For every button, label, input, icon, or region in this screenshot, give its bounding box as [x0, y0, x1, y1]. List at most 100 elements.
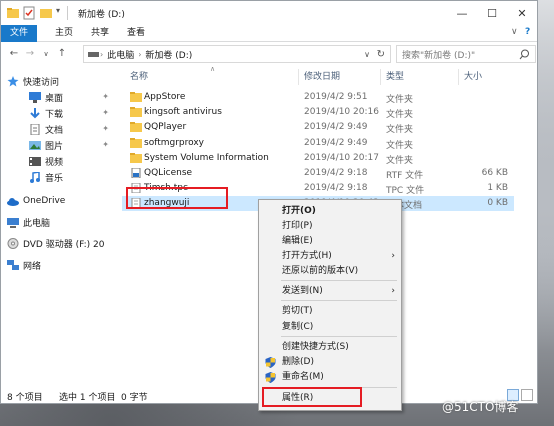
- up-arrow-icon[interactable]: ↑: [55, 47, 69, 61]
- sidebar-item-documents[interactable]: 文档 ✦: [29, 121, 115, 137]
- column-header-size[interactable]: 大小: [464, 69, 482, 85]
- sidebar-item-pictures[interactable]: 图片 ✦: [29, 137, 115, 153]
- ribbon-collapse-icon[interactable]: ∨: [511, 27, 518, 37]
- window-app-icon: [7, 8, 19, 18]
- tab-file[interactable]: 文件: [1, 25, 37, 42]
- file-type: 文件夹: [386, 110, 414, 121]
- table-row[interactable]: System Volume Information 2019/4/10 20:17…: [122, 151, 514, 166]
- sidebar-item-label: 下载: [45, 109, 64, 120]
- back-arrow-icon[interactable]: ←: [7, 47, 21, 61]
- menu-item[interactable]: 发送到(N) ›: [259, 284, 401, 299]
- menu-item[interactable]: 编辑(E): [259, 234, 401, 249]
- download-icon: [30, 107, 40, 118]
- sidebar-item-label: 音乐: [45, 173, 64, 184]
- minimize-button[interactable]: —: [447, 1, 477, 25]
- refresh-icon[interactable]: ↻: [377, 49, 385, 60]
- sidebar-item-desktop[interactable]: 桌面 ✦: [29, 89, 115, 105]
- file-size: 0 KB: [487, 198, 508, 209]
- file-type: RTF 文件: [386, 171, 424, 181]
- sidebar-item-label: OneDrive: [23, 196, 66, 206]
- address-dropdown-icon[interactable]: ∨: [364, 50, 370, 59]
- pin-icon[interactable]: ✦: [102, 124, 109, 133]
- table-row[interactable]: kingsoft antivirus 2019/4/10 20:16 文件夹: [122, 105, 514, 120]
- close-button[interactable]: ✕: [507, 1, 537, 25]
- pin-icon[interactable]: ✦: [102, 140, 109, 149]
- sort-ascending-icon: ∧: [210, 65, 216, 73]
- table-row[interactable]: softmgrproxy 2019/4/2 9:49 文件夹: [122, 136, 514, 151]
- title-bar: ▾ 新加卷 (D:) — ☐ ✕: [1, 1, 537, 25]
- column-divider[interactable]: [380, 69, 381, 85]
- menu-item-label: 剪切(T): [282, 306, 313, 316]
- file-name: kingsoft antivirus: [144, 107, 222, 118]
- file-type: TPC 文件: [386, 186, 425, 197]
- file-name: QQPlayer: [144, 122, 187, 133]
- file-modified: 2019/4/10 20:16: [304, 107, 379, 118]
- menu-item[interactable]: 打开(O): [259, 204, 401, 219]
- menu-item[interactable]: 复制(C): [259, 320, 401, 335]
- menu-separator: [281, 300, 397, 301]
- menu-item[interactable]: 创建快捷方式(S): [259, 340, 401, 355]
- sidebar-item-label: 图片: [45, 141, 64, 152]
- tab-share[interactable]: 共享: [85, 25, 115, 42]
- column-divider[interactable]: [298, 69, 299, 85]
- selection-count: 选中 1 个项目: [59, 393, 116, 403]
- sidebar-item-quick-access[interactable]: 快速访问: [7, 73, 123, 89]
- ribbon-tabs: 文件 主页 共享 查看 ∨ ?: [1, 25, 537, 42]
- column-divider[interactable]: [458, 69, 459, 85]
- file-size: 66 KB: [481, 168, 508, 178]
- menu-item[interactable]: 删除(D): [259, 355, 401, 370]
- item-count: 8 个项目: [7, 393, 43, 403]
- search-input[interactable]: 搜索"新加卷 (D:)": [396, 45, 536, 63]
- help-icon[interactable]: ?: [525, 27, 530, 37]
- tab-home[interactable]: 主页: [49, 25, 79, 42]
- menu-item[interactable]: 打开方式(H) ›: [259, 249, 401, 264]
- forward-arrow-icon[interactable]: →: [23, 47, 37, 61]
- sidebar-item-music[interactable]: 音乐: [29, 169, 115, 185]
- pin-icon[interactable]: ✦: [102, 108, 109, 117]
- file-name: AppStore: [144, 92, 186, 102]
- file-type: 文件夹: [386, 95, 414, 105]
- menu-item[interactable]: 重命名(M): [259, 370, 401, 385]
- table-row[interactable]: QQPlayer 2019/4/2 9:49 文件夹: [122, 120, 514, 135]
- sidebar-item-label: 视频: [45, 157, 64, 168]
- breadcrumb-this-pc[interactable]: 此电脑: [107, 48, 134, 61]
- sidebar-item-label: DVD 驱动器 (F:) 20: [23, 239, 105, 250]
- breadcrumb-drive-d[interactable]: 新加卷 (D:): [145, 48, 192, 61]
- menu-item-label: 还原以前的版本(V): [282, 266, 359, 276]
- address-bar[interactable]: › 此电脑 › 新加卷 (D:) ∨ ↻: [83, 45, 391, 63]
- new-folder-quick-icon[interactable]: [39, 6, 53, 20]
- desktop-icon: [29, 91, 41, 103]
- sidebar-item-videos[interactable]: 视频: [29, 153, 115, 169]
- maximize-button[interactable]: ☐: [477, 1, 507, 25]
- properties-quick-icon[interactable]: [23, 6, 35, 20]
- menu-item[interactable]: 还原以前的版本(V): [259, 264, 401, 279]
- menu-item-label: 创建快捷方式(S): [282, 342, 349, 352]
- table-row[interactable]: QQLicense 2019/4/2 9:18 RTF 文件 66 KB: [122, 166, 514, 181]
- sidebar-item-onedrive[interactable]: OneDrive: [7, 193, 123, 209]
- recent-locations-icon[interactable]: ∨: [39, 47, 53, 61]
- menu-item-label: 打开方式(H): [282, 251, 332, 261]
- column-header-name[interactable]: 名称: [130, 69, 148, 85]
- table-row[interactable]: AppStore 2019/4/2 9:51 文件夹: [122, 90, 514, 105]
- menu-item-label: 编辑(E): [282, 236, 313, 246]
- selection-size: 0 字节: [121, 393, 148, 403]
- sidebar-item-this-pc[interactable]: 此电脑: [7, 214, 123, 230]
- sidebar-item-downloads[interactable]: 下载 ✦: [29, 105, 115, 121]
- menu-item[interactable]: 打印(P): [259, 219, 401, 234]
- navigation-row: ← → ∨ ↑ › 此电脑 › 新加卷 (D:) ∨ ↻ 搜索"新加卷 (D:)…: [1, 43, 537, 65]
- menu-separator: [281, 280, 397, 281]
- folder-icon: [130, 122, 142, 133]
- column-header-modified[interactable]: 修改日期: [304, 69, 340, 85]
- tab-view[interactable]: 查看: [121, 25, 151, 42]
- menu-item[interactable]: 剪切(T): [259, 304, 401, 319]
- large-icons-view-icon[interactable]: [521, 389, 533, 401]
- annotation-box-selected-file: [126, 187, 228, 209]
- document-icon: [30, 123, 40, 135]
- title-separator: [67, 6, 68, 20]
- music-icon: [30, 171, 40, 183]
- sidebar-item-network[interactable]: 网络: [7, 257, 123, 273]
- sidebar-item-dvd-drive[interactable]: DVD 驱动器 (F:) 20: [7, 235, 123, 251]
- pin-icon[interactable]: ✦: [102, 92, 109, 101]
- quick-access-dropdown-icon[interactable]: ▾: [56, 6, 60, 20]
- column-header-type[interactable]: 类型: [386, 69, 404, 85]
